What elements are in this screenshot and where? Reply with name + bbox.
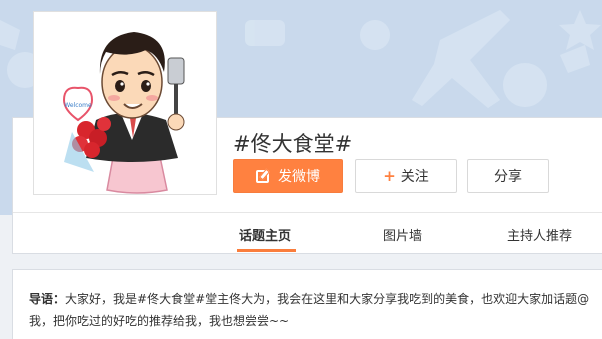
shape-deco-icon bbox=[0, 20, 20, 50]
tab-topic-home[interactable]: 话题主页 bbox=[239, 225, 291, 244]
active-tab-indicator bbox=[237, 249, 296, 252]
sign-text: Welcome bbox=[64, 102, 92, 109]
share-button[interactable]: 分享 bbox=[467, 159, 549, 193]
tabs-divider bbox=[13, 212, 602, 213]
tab-photo-wall[interactable]: 图片墙 bbox=[383, 225, 422, 244]
chef-cartoon-image: Welcome bbox=[62, 32, 185, 194]
topic-title: #佟大食堂# bbox=[233, 132, 353, 156]
follow-label: 关注 bbox=[400, 169, 429, 185]
intro-paragraph: 导语：大家好，我是#佟大食堂#堂主佟大为，我会在这里和大家分享我吃到的美食，也欢… bbox=[29, 288, 595, 332]
topic-avatar: Welcome bbox=[33, 11, 217, 195]
post-weibo-button[interactable]: 发微博 bbox=[233, 159, 343, 193]
edit-icon bbox=[256, 169, 269, 183]
bubble-icon bbox=[360, 20, 390, 50]
tab-host-picks[interactable]: 主持人推荐 bbox=[507, 225, 572, 244]
share-label: 分享 bbox=[494, 169, 522, 185]
star-icon bbox=[559, 10, 601, 50]
post-weibo-label: 发微博 bbox=[278, 169, 320, 185]
ticket-icon bbox=[560, 45, 590, 73]
intro-label: 导语： bbox=[29, 292, 66, 306]
intro-text: 大家好，我是#佟大食堂#堂主佟大为，我会在这里和大家分享我吃到的美食，也欢迎大家… bbox=[29, 292, 590, 328]
airplane-icon bbox=[412, 10, 510, 108]
plus-icon: + bbox=[383, 167, 396, 185]
chat-icon bbox=[245, 20, 285, 46]
smiley-icon bbox=[503, 63, 547, 107]
follow-button[interactable]: + 关注 bbox=[355, 159, 457, 193]
